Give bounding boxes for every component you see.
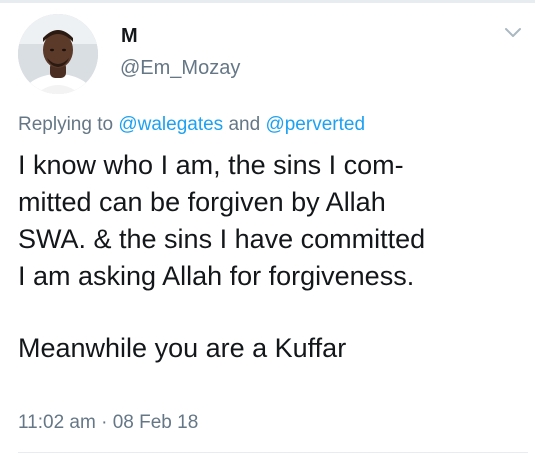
replying-prefix: Replying to xyxy=(18,114,114,135)
tweet-line: I am asking Allah for forgiveness. xyxy=(18,261,415,291)
tweet-card: M @Em_Mozay Replying to @walegates and @… xyxy=(0,0,535,463)
tweet-line: SWA. & the sins I have committed xyxy=(18,224,426,254)
tweet-line: mitted can be forgiven by Allah xyxy=(18,187,386,217)
tweet-time: 11:02 am xyxy=(18,412,96,433)
mention-perverted[interactable]: @perverted xyxy=(265,114,365,135)
tweet-date: 08 Feb 18 xyxy=(112,412,199,433)
top-divider xyxy=(0,0,535,3)
tweet-line: I know who I am, the sins I com- xyxy=(18,150,404,180)
tweet-timestamp[interactable]: 11:02 am · 08 Feb 18 xyxy=(18,411,198,435)
display-name[interactable]: M xyxy=(121,24,138,48)
mention-walegates[interactable]: @walegates xyxy=(118,114,223,135)
timestamp-separator: · xyxy=(101,412,108,433)
tweet-line: Meanwhile you are a Kuffar xyxy=(18,333,347,363)
replying-conjunction: and xyxy=(228,114,261,135)
chevron-down-icon[interactable] xyxy=(502,25,524,41)
tweet-text: I know who I am, the sins I com- mitted … xyxy=(18,147,528,367)
user-handle[interactable]: @Em_Mozay xyxy=(120,55,240,81)
avatar-image xyxy=(18,14,98,94)
replying-to: Replying to @walegates and @perverted xyxy=(18,112,365,138)
bottom-divider xyxy=(18,452,528,453)
avatar[interactable] xyxy=(18,14,98,94)
